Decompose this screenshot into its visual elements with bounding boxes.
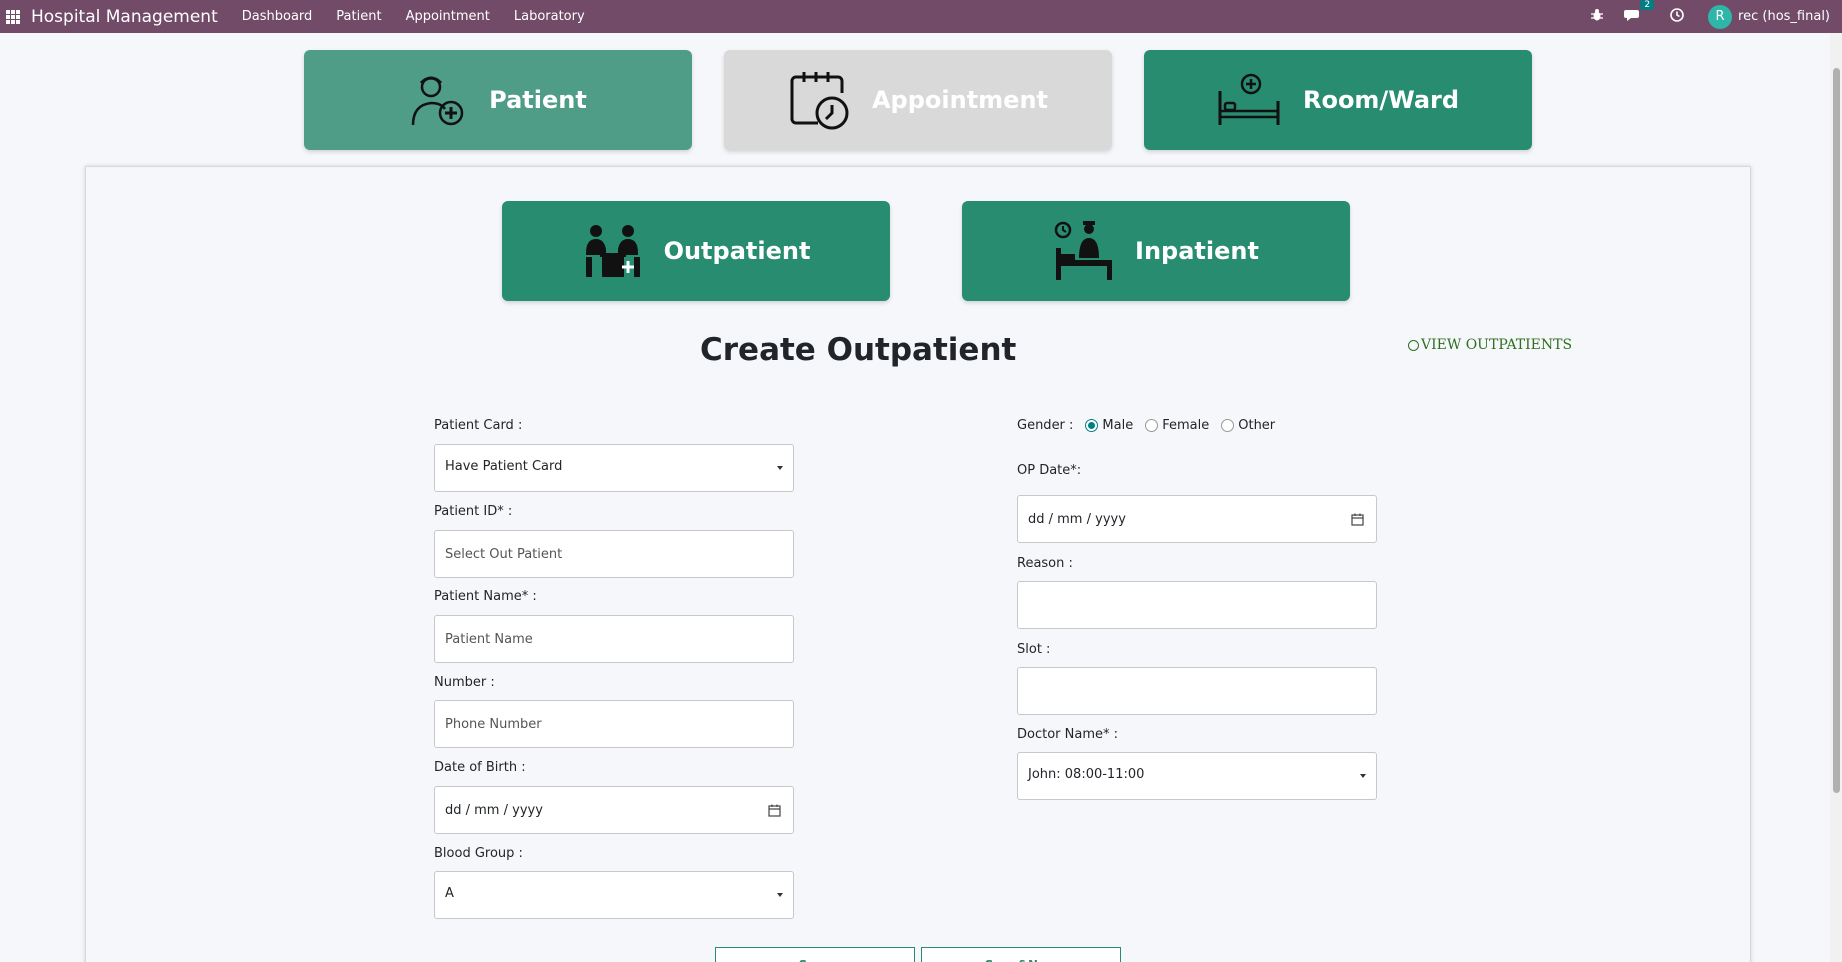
chevron-down-icon	[1360, 774, 1366, 778]
dob-placeholder: dd / mm / yyyy	[445, 802, 543, 818]
save-and-new-button[interactable]: Save&New	[921, 947, 1121, 962]
gender-label: Gender :	[1017, 418, 1074, 433]
top-navbar: Hospital Management Dashboard Patient Ap…	[0, 0, 1842, 33]
appointment-card[interactable]: Appointment	[724, 50, 1112, 150]
chevron-down-icon	[777, 466, 783, 470]
app-brand[interactable]: Hospital Management	[31, 7, 218, 27]
reason-input[interactable]	[1017, 581, 1377, 629]
user-name[interactable]: rec (hos_final)	[1738, 9, 1830, 24]
patient-add-icon	[411, 76, 464, 126]
patient-card-label: Patient	[489, 86, 587, 114]
gender-male-label: Male	[1102, 418, 1134, 433]
patient-id-placeholder: Select Out Patient	[445, 546, 563, 562]
scrollbar-thumb[interactable]	[1833, 68, 1840, 793]
slot-label: Slot :	[1017, 642, 1051, 657]
hospital-bed-icon	[1218, 73, 1280, 125]
phone-number-input[interactable]: Phone Number	[434, 700, 794, 748]
op-date-label: OP Date*:	[1017, 463, 1082, 478]
appointment-card-label: Appointment	[871, 86, 1049, 114]
patient-id-input[interactable]: Select Out Patient	[434, 530, 794, 578]
menu-laboratory[interactable]: Laboratory	[514, 9, 585, 24]
chevron-down-icon	[777, 893, 783, 897]
blood-group-label: Blood Group :	[434, 846, 523, 861]
menu-patient[interactable]: Patient	[336, 9, 381, 24]
save-button[interactable]: Save	[715, 947, 915, 962]
view-outpatients-label: VIEW OUTPATIENTS	[1421, 337, 1573, 353]
page-scrollbar[interactable]	[1830, 33, 1842, 962]
reason-label: Reason :	[1017, 556, 1073, 571]
page-title: Create Outpatient	[700, 332, 1017, 368]
radio-checked-icon	[1085, 419, 1099, 432]
op-date-input[interactable]: dd / mm / yyyy	[1017, 495, 1377, 543]
calendar-icon[interactable]	[768, 804, 781, 817]
patient-name-label: Patient Name* :	[434, 589, 537, 604]
outpatient-card[interactable]: Outpatient	[502, 201, 890, 301]
dob-input[interactable]: dd / mm / yyyy	[434, 786, 794, 834]
debug-bug-icon[interactable]	[1590, 8, 1604, 26]
view-circle-icon	[1408, 339, 1419, 351]
patient-card-value: Have Patient Card	[445, 459, 563, 474]
doctor-name-label: Doctor Name* :	[1017, 727, 1119, 742]
gender-male-radio[interactable]: Male	[1085, 418, 1133, 433]
outpatient-consultation-icon	[585, 225, 640, 277]
calendar-icon[interactable]	[1351, 513, 1364, 526]
dob-label: Date of Birth :	[434, 760, 526, 775]
menu-dashboard[interactable]: Dashboard	[242, 9, 313, 24]
gender-female-radio[interactable]: Female	[1145, 418, 1209, 433]
user-avatar[interactable]: R	[1708, 4, 1733, 29]
outpatient-card-label: Outpatient	[663, 237, 811, 265]
form-panel	[85, 166, 1751, 962]
activity-clock-icon[interactable]	[1670, 7, 1684, 26]
patient-name-placeholder: Patient Name	[445, 631, 533, 647]
messages-icon[interactable]: 2	[1624, 0, 1655, 26]
patient-id-label: Patient ID* :	[434, 504, 513, 519]
doctor-name-select[interactable]: John: 08:00-11:00	[1017, 752, 1377, 800]
radio-unchecked-icon	[1145, 419, 1159, 432]
slot-input[interactable]	[1017, 667, 1377, 715]
room-ward-card[interactable]: Room/Ward	[1144, 50, 1532, 150]
inpatient-card[interactable]: Inpatient	[962, 201, 1350, 301]
inpatient-card-label: Inpatient	[1135, 237, 1259, 265]
doctor-name-value: John: 08:00-11:00	[1028, 767, 1145, 782]
gender-other-radio[interactable]: Other	[1221, 418, 1275, 433]
patient-card[interactable]: Patient	[304, 50, 692, 150]
number-label: Number :	[434, 675, 495, 690]
apps-grid-icon[interactable]	[6, 9, 20, 24]
blood-group-select[interactable]: A	[434, 871, 794, 919]
gender-other-label: Other	[1238, 418, 1276, 433]
gender-female-label: Female	[1162, 418, 1210, 433]
messages-count-badge: 2	[1640, 0, 1655, 10]
room-ward-card-label: Room/Ward	[1302, 86, 1460, 114]
op-date-placeholder: dd / mm / yyyy	[1028, 511, 1126, 527]
patient-card-label-text: Patient Card :	[434, 418, 523, 433]
patient-card-select[interactable]: Have Patient Card	[434, 444, 794, 492]
phone-number-placeholder: Phone Number	[445, 716, 542, 732]
view-outpatients-link[interactable]: VIEW OUTPATIENTS	[1408, 337, 1572, 353]
inpatient-bed-icon	[1054, 221, 1113, 280]
gender-radio-group: Gender : Male Female Other	[1017, 418, 1275, 433]
menu-appointment[interactable]: Appointment	[406, 9, 490, 24]
calendar-clock-icon	[790, 72, 849, 130]
blood-group-value: A	[445, 886, 454, 901]
radio-unchecked-icon	[1221, 419, 1235, 432]
patient-name-input[interactable]: Patient Name	[434, 615, 794, 663]
